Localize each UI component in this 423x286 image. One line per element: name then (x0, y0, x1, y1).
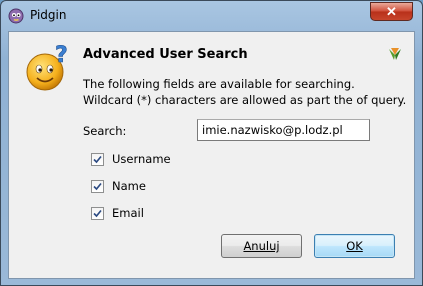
dialog-description: The following fields are available for s… (83, 76, 406, 108)
username-checkbox[interactable] (91, 152, 104, 166)
search-input[interactable] (197, 119, 370, 141)
search-label: Search: (83, 124, 127, 138)
option-name[interactable]: Name (91, 178, 146, 194)
option-username[interactable]: Username (91, 151, 171, 167)
title-bar[interactable]: Pidgin ✕ (1, 1, 422, 31)
email-label: Email (112, 206, 144, 220)
svg-text:?: ? (55, 43, 68, 68)
checkmark-icon (93, 209, 102, 217)
close-icon: ✕ (386, 3, 397, 19)
dialog-heading: Advanced User Search (83, 47, 248, 62)
dialog-window: Pidgin ✕ ? Advanced User Search The foll… (0, 0, 423, 286)
dialog-content: ? Advanced User Search The following fie… (8, 31, 415, 279)
pidgin-icon (8, 8, 24, 24)
jabber-icon (389, 48, 401, 60)
description-line-1: The following fields are available for s… (83, 77, 355, 91)
description-line-2: Wildcard (*) characters are allowed as p… (83, 93, 407, 107)
close-button[interactable]: ✕ (370, 2, 413, 21)
email-checkbox[interactable] (91, 206, 104, 220)
question-smiley-icon: ? (26, 43, 68, 91)
name-checkbox[interactable] (91, 179, 104, 193)
cancel-button[interactable]: Anuluj (221, 234, 302, 258)
option-email[interactable]: Email (91, 205, 144, 221)
ok-button[interactable]: OK (314, 234, 395, 258)
name-label: Name (112, 179, 146, 193)
checkmark-icon (93, 155, 102, 163)
checkmark-icon (93, 182, 102, 190)
window-title: Pidgin (30, 8, 67, 22)
username-label: Username (112, 152, 171, 166)
